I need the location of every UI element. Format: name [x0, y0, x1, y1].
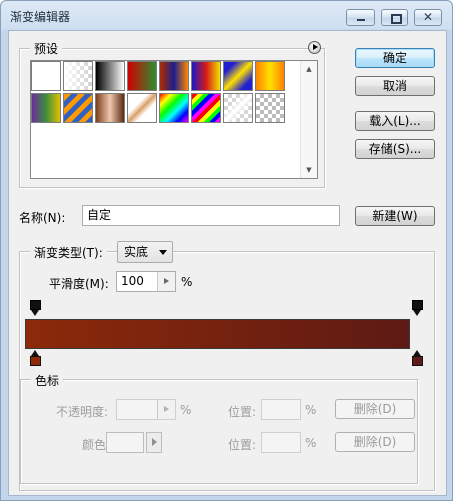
smoothness-percent: % [181, 275, 193, 289]
gradient-type-value: 实底 [124, 245, 149, 259]
window-title: 渐变编辑器 [10, 10, 71, 24]
preset-swatch[interactable] [255, 93, 285, 123]
presets-label: 预设 [30, 40, 63, 57]
presets-group: 预设 ▲ ▼ [19, 40, 325, 188]
cancel-button[interactable]: 取消 [355, 76, 435, 96]
color-stop-left-swatch [30, 356, 41, 366]
preset-swatch[interactable] [127, 61, 157, 91]
opacity-stop-right-tip [413, 310, 421, 316]
preset-swatch[interactable] [95, 61, 125, 91]
smoothness-value: 100 [121, 274, 144, 288]
preset-swatch[interactable] [95, 93, 125, 123]
opacity-percent: % [180, 403, 192, 417]
opacity-location-label: 位置: [228, 405, 257, 419]
opacity-delete-button[interactable]: 删除(D) [335, 399, 415, 419]
close-button[interactable]: ✕ [414, 9, 442, 26]
opacity-stop-right-body [412, 300, 423, 310]
color-stop-right-swatch [412, 356, 423, 366]
presets-menu-icon[interactable] [308, 41, 321, 54]
preset-swatch[interactable] [63, 61, 93, 91]
color-location-label: 位置: [228, 438, 257, 452]
opacity-location-input[interactable] [261, 399, 301, 420]
color-location-percent: % [305, 436, 317, 450]
preset-swatch[interactable] [63, 93, 93, 123]
preset-swatch[interactable] [191, 61, 221, 91]
opacity-stop-left-tip [31, 310, 39, 316]
opacity-stop-left-body [30, 300, 41, 310]
color-stop-label: 色标 [31, 372, 64, 389]
chevron-down-icon [159, 250, 167, 255]
close-icon: ✕ [422, 10, 434, 24]
preset-swatch[interactable] [191, 93, 221, 123]
minimize-button[interactable] [346, 9, 375, 26]
smoothness-input[interactable]: 100 [116, 271, 176, 292]
color-location-input[interactable] [261, 432, 301, 453]
dialog-body: 预设 ▲ ▼ 确定 取消 载入(L)... 存储(S)... 名称(N): 自定… [8, 30, 447, 496]
smoothness-slider-icon[interactable] [157, 272, 175, 291]
preset-swatch[interactable] [127, 93, 157, 123]
preset-scrollbar[interactable]: ▲ ▼ [300, 61, 317, 178]
preset-swatch-list: ▲ ▼ [30, 60, 318, 179]
preset-swatch[interactable] [255, 61, 285, 91]
gradient-type-label: 渐变类型(T): [30, 244, 107, 261]
preset-swatch[interactable] [223, 61, 253, 91]
maximize-button[interactable] [381, 9, 408, 26]
preset-swatch[interactable] [31, 61, 61, 91]
opacity-slider-icon[interactable] [157, 400, 175, 419]
gradient-editor-window: 渐变编辑器 ✕ 预设 ▲ ▼ 确定 取消 载入(L)... 存储(S)... 名… [0, 0, 453, 501]
minimize-icon [347, 10, 374, 25]
opacity-input[interactable] [116, 399, 176, 420]
color-delete-button[interactable]: 删除(D) [335, 432, 415, 452]
save-button[interactable]: 存储(S)... [355, 139, 435, 159]
opacity-location-percent: % [305, 403, 317, 417]
preset-swatch[interactable] [159, 93, 189, 123]
name-label: 名称(N): [19, 211, 66, 225]
scroll-up-icon[interactable]: ▲ [301, 61, 317, 77]
smoothness-label: 平滑度(M): [49, 277, 109, 291]
name-input[interactable]: 自定 [82, 205, 340, 226]
new-button[interactable]: 新建(W) [355, 206, 435, 226]
gradient-preview-bar[interactable] [25, 319, 410, 349]
maximize-icon [382, 10, 407, 25]
title-bar: 渐变编辑器 ✕ [1, 1, 452, 29]
color-swatch[interactable] [106, 432, 144, 453]
load-button[interactable]: 载入(L)... [355, 111, 435, 131]
preset-swatch[interactable] [159, 61, 189, 91]
opacity-label: 不透明度: [56, 405, 109, 419]
preset-swatch[interactable] [223, 93, 253, 123]
ok-button[interactable]: 确定 [355, 48, 435, 68]
color-menu-icon[interactable] [146, 432, 162, 453]
preset-swatch[interactable] [31, 93, 61, 123]
gradient-type-select[interactable]: 实底 [117, 241, 173, 263]
scroll-down-icon[interactable]: ▼ [301, 162, 317, 178]
